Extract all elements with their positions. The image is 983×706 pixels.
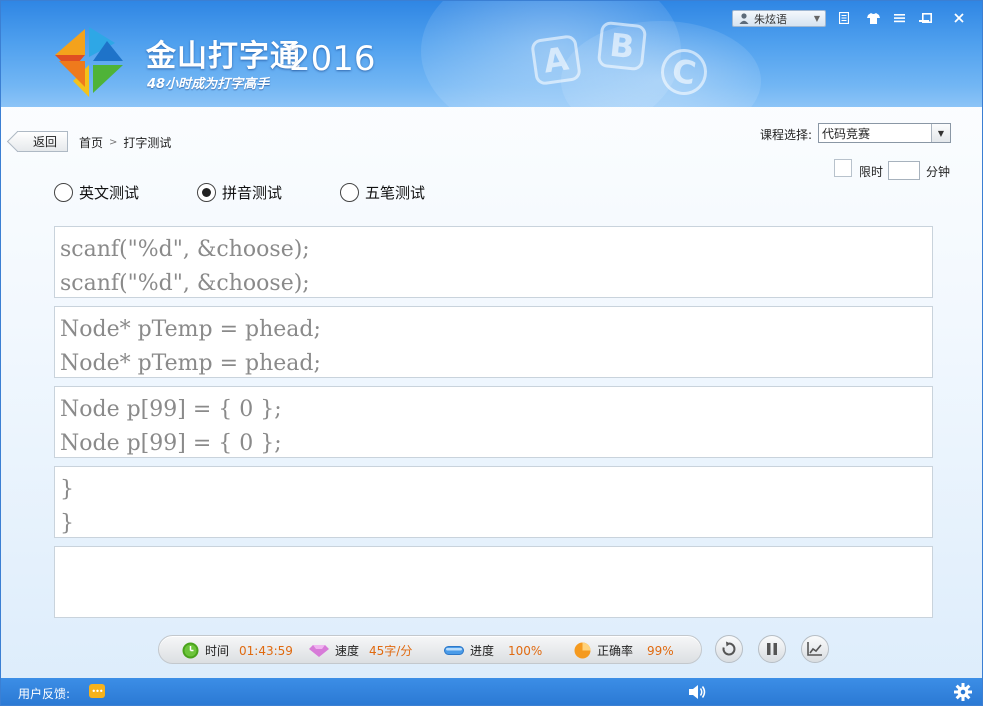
window-maximize-button[interactable] (916, 8, 938, 28)
feedback-label: 用户反馈: (18, 687, 71, 701)
doc-button[interactable] (833, 8, 855, 28)
typed-line[interactable]: Node p[99] = { 0 }; (60, 428, 920, 460)
stat-speed-value: 45字/分 (369, 644, 413, 658)
stat-progress-value: 100% (508, 643, 543, 658)
close-icon (954, 13, 964, 23)
mode-english-label: 英文测试 (79, 184, 140, 202)
typed-line[interactable]: Node* pTemp = phead; (60, 348, 920, 380)
chevron-down-icon: ▼ (813, 14, 820, 23)
typing-panel-2[interactable]: Node* pTemp = phead; Node* pTemp = phead… (54, 306, 933, 378)
course-select-label: 课程选择: (760, 128, 813, 142)
pause-button[interactable] (758, 635, 786, 663)
progress-icon (444, 646, 464, 655)
breadcrumb-separator: > (109, 137, 118, 148)
restart-button[interactable] (715, 635, 743, 663)
typing-panel-4[interactable]: } } (54, 466, 933, 538)
typed-line[interactable] (60, 588, 920, 620)
source-line: } (60, 477, 74, 502)
main-menu-button[interactable] (888, 8, 910, 28)
typing-panel-1[interactable]: scanf("%d", &choose); scanf("%d", &choos… (54, 226, 933, 298)
typing-panel-3[interactable]: Node p[99] = { 0 }; Node p[99] = { 0 }; (54, 386, 933, 458)
app-title: 金山打字通 (146, 39, 301, 74)
stats-bar: 时间 01:43:59 速度 45字/分 进度 100% 正确率 99% (158, 635, 702, 664)
radio-english[interactable] (54, 183, 73, 202)
user-name: 朱炫语 (754, 12, 787, 26)
stat-time-label: 时间 (205, 644, 230, 658)
mode-pinyin-label: 拼音测试 (222, 184, 283, 202)
bottom-bar: 用户反馈: ••• (1, 678, 982, 705)
pie-chart-icon (574, 642, 591, 659)
chevron-down-icon[interactable]: ▼ (931, 124, 950, 142)
stat-time-value: 01:43:59 (239, 643, 293, 658)
diamond-icon (309, 644, 329, 657)
doc-icon (839, 12, 849, 24)
typed-line[interactable]: } (60, 508, 920, 540)
menu-icon (893, 14, 905, 23)
app-window: 金山打字通 2016 48小时成为打字高手 A B C 朱炫语 ▼ 返回 首页 … (0, 0, 983, 706)
stat-accuracy: 正确率 99% (574, 642, 674, 659)
user-icon (739, 13, 749, 24)
course-select-value: 代码竞赛 (822, 126, 871, 141)
breadcrumb: 首页 > 打字测试 (79, 134, 171, 151)
stat-progress: 进度 100% (444, 642, 542, 659)
typing-panel-5[interactable] (54, 546, 933, 618)
source-line: Node* pTemp = phead; (60, 317, 321, 342)
app-year: 2016 (289, 39, 376, 79)
shirt-icon (866, 12, 880, 24)
back-button[interactable]: 返回 (17, 131, 68, 152)
app-header: 金山打字通 2016 48小时成为打字高手 A B C 朱炫语 ▼ (1, 1, 982, 107)
maximize-icon (922, 13, 932, 23)
mode-english-test[interactable]: 英文测试 (54, 182, 139, 203)
stat-speed: 速度 45字/分 (309, 642, 412, 659)
stat-accuracy-value: 99% (647, 643, 674, 658)
source-line: scanf("%d", &choose); (60, 237, 310, 262)
app-slogan: 48小时成为打字高手 (147, 77, 270, 92)
source-line (60, 554, 920, 586)
radio-selected-dot (202, 188, 211, 197)
app-logo-icon (55, 27, 123, 97)
decor-block-b: B (596, 20, 648, 72)
breadcrumb-home[interactable]: 首页 (79, 134, 103, 151)
breadcrumb-current: 打字测试 (123, 136, 172, 150)
stat-progress-label: 进度 (470, 644, 495, 658)
statistics-button[interactable] (801, 635, 829, 663)
decor-block-a: A (530, 34, 582, 86)
mode-wubi-test[interactable]: 五笔测试 (340, 182, 425, 203)
source-line: Node p[99] = { 0 }; (60, 397, 282, 422)
gear-icon[interactable] (954, 683, 972, 701)
time-limit-label: 限时 (859, 165, 884, 179)
line-chart-icon (807, 642, 822, 656)
restart-icon (722, 641, 736, 656)
user-account-menu[interactable]: 朱炫语 ▼ (732, 10, 826, 27)
stat-time: 时间 01:43:59 (182, 642, 293, 659)
chat-icon[interactable]: ••• (89, 684, 105, 698)
pause-icon (767, 643, 777, 655)
typed-line[interactable]: scanf("%d", &choose); (60, 268, 920, 300)
time-limit-input[interactable] (888, 161, 920, 180)
close-button[interactable] (948, 8, 970, 28)
radio-pinyin[interactable] (197, 183, 216, 202)
course-select[interactable]: 代码竞赛 ▼ (818, 123, 951, 143)
stat-accuracy-label: 正确率 (597, 644, 634, 658)
time-limit-checkbox[interactable] (834, 159, 852, 177)
time-limit-unit: 分钟 (926, 165, 951, 179)
skin-button[interactable] (862, 8, 884, 28)
speaker-icon[interactable] (689, 684, 707, 700)
radio-wubi[interactable] (340, 183, 359, 202)
clock-icon (182, 642, 199, 659)
mode-pinyin-test[interactable]: 拼音测试 (197, 182, 282, 203)
mode-wubi-label: 五笔测试 (365, 184, 426, 202)
stat-speed-label: 速度 (335, 644, 360, 658)
